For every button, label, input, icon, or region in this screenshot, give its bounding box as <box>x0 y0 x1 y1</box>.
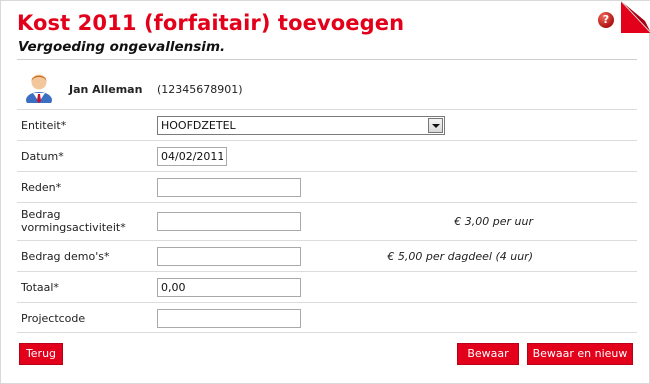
bedrag-vorming-label: Bedrag vormingsactiviteit* <box>21 208 126 234</box>
back-button[interactable]: Terug <box>19 343 63 365</box>
user-info: Jan Alleman (12345678901) <box>17 63 637 109</box>
datum-field[interactable] <box>157 147 227 166</box>
bedrag-demos-field[interactable] <box>157 247 301 266</box>
row-datum: Datum* <box>17 140 637 171</box>
row-projectcode: Projectcode <box>17 302 637 333</box>
help-icon[interactable]: ? <box>598 12 614 28</box>
user-name: Jan Alleman <box>69 83 143 96</box>
entiteit-selected-value: HOOFDZETEL <box>161 119 236 132</box>
chevron-down-icon[interactable] <box>428 118 443 133</box>
entiteit-label: Entiteit* <box>21 119 67 132</box>
projectcode-label: Projectcode <box>21 312 86 325</box>
reden-label: Reden* <box>21 181 62 194</box>
header-divider <box>17 59 637 60</box>
bedrag-vorming-label-line1: Bedrag <box>21 208 61 221</box>
row-entiteit: Entiteit* HOOFDZETEL <box>17 109 637 140</box>
dialog-frame: Kost 2011 (forfaitair) toevoegen Vergoed… <box>0 0 650 384</box>
projectcode-field[interactable] <box>157 309 301 328</box>
cost-form: Entiteit* HOOFDZETEL Datum* Reden* Bedra… <box>17 109 637 333</box>
row-bedrag-demos: Bedrag demo's* € 5,00 per dagdeel (4 uur… <box>17 240 637 271</box>
row-totaal: Totaal* <box>17 271 637 302</box>
user-avatar-icon <box>26 74 52 103</box>
entiteit-select[interactable]: HOOFDZETEL <box>157 116 445 135</box>
bedrag-demos-label: Bedrag demo's* <box>21 250 110 263</box>
save-and-new-button[interactable]: Bewaar en nieuw <box>527 343 633 365</box>
page-corner-icon[interactable] <box>621 1 650 33</box>
totaal-field[interactable] <box>157 278 301 297</box>
totaal-label: Totaal* <box>21 281 59 294</box>
row-bedrag-vorming: Bedrag vormingsactiviteit* € 3,00 per uu… <box>17 202 637 240</box>
page-subtitle: Vergoeding ongevallensim. <box>18 39 226 55</box>
row-reden: Reden* <box>17 171 637 202</box>
bedrag-demos-hint: € 5,00 per dagdeel (4 uur) <box>387 250 533 263</box>
reden-field[interactable] <box>157 178 301 197</box>
page-title: Kost 2011 (forfaitair) toevoegen <box>17 11 405 35</box>
datum-label: Datum* <box>21 150 64 163</box>
bedrag-vorming-label-line2: vormingsactiviteit* <box>21 221 126 234</box>
save-button[interactable]: Bewaar <box>457 343 519 365</box>
bedrag-vorming-field[interactable] <box>157 212 301 231</box>
user-id: (12345678901) <box>157 83 243 96</box>
bedrag-vorming-hint: € 3,00 per uur <box>454 215 533 228</box>
